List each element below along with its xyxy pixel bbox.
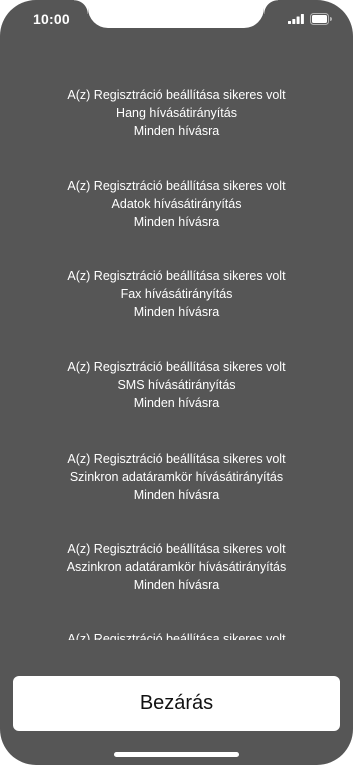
message-service: SMS hívásátirányítás — [117, 378, 236, 392]
status-bar: 10:00 — [0, 0, 353, 40]
message-service: Hang hívásátirányítás — [116, 106, 237, 120]
message-item: A(z) Regisztráció beállítása sikeres vol… — [0, 177, 353, 231]
message-condition: Minden hívásra — [133, 396, 220, 410]
battery-icon — [310, 13, 332, 25]
message-condition: Minden hívásra — [133, 215, 220, 229]
message-title: A(z) Regisztráció beállítása sikeres vol… — [67, 269, 286, 283]
message-service: Fax hívásátirányítás — [120, 287, 233, 301]
close-button[interactable]: Bezárás — [13, 676, 340, 731]
message-title: A(z) Regisztráció beállítása sikeres vol… — [67, 632, 286, 640]
message-title: A(z) Regisztráció beállítása sikeres vol… — [67, 452, 286, 466]
message-list[interactable]: A(z) Regisztráció beállítása sikeres vol… — [0, 40, 353, 640]
message-title: A(z) Regisztráció beállítása sikeres vol… — [67, 179, 286, 193]
message-item: A(z) Regisztráció beállítása sikeres vol… — [0, 540, 353, 594]
message-title: A(z) Regisztráció beállítása sikeres vol… — [67, 542, 286, 556]
message-service: Szinkron adatáramkör hívásátirányítás — [69, 470, 284, 484]
status-time: 10:00 — [33, 11, 70, 27]
message-item: A(z) Regisztráció beállítása sikeres vol… — [0, 450, 353, 504]
message-item: A(z) Regisztráció beállítása sikeres vol… — [0, 358, 353, 412]
notch — [74, 0, 278, 28]
message-service: Aszinkron adatáramkör hívásátirányítás — [66, 560, 287, 574]
message-service: Adatok hívásátirányítás — [111, 197, 242, 211]
signal-icon — [288, 14, 304, 24]
phone-screen: 10:00 A(z) Regisztráció beállítása siker… — [0, 0, 353, 765]
message-title: A(z) Regisztráció beállítása sikeres vol… — [67, 360, 286, 374]
message-condition: Minden hívásra — [133, 578, 220, 592]
message-item: A(z) Regisztráció beállítása sikeres vol… — [0, 86, 353, 140]
message-item: A(z) Regisztráció beállítása sikeres vol… — [0, 267, 353, 321]
home-indicator[interactable] — [114, 752, 239, 757]
message-item: A(z) Regisztráció beállítása sikeres vol… — [0, 630, 353, 640]
close-button-label: Bezárás — [139, 692, 214, 714]
message-condition: Minden hívásra — [133, 124, 220, 138]
message-title: A(z) Regisztráció beállítása sikeres vol… — [67, 88, 286, 102]
message-condition: Minden hívásra — [133, 305, 220, 319]
message-condition: Minden hívásra — [133, 488, 220, 502]
